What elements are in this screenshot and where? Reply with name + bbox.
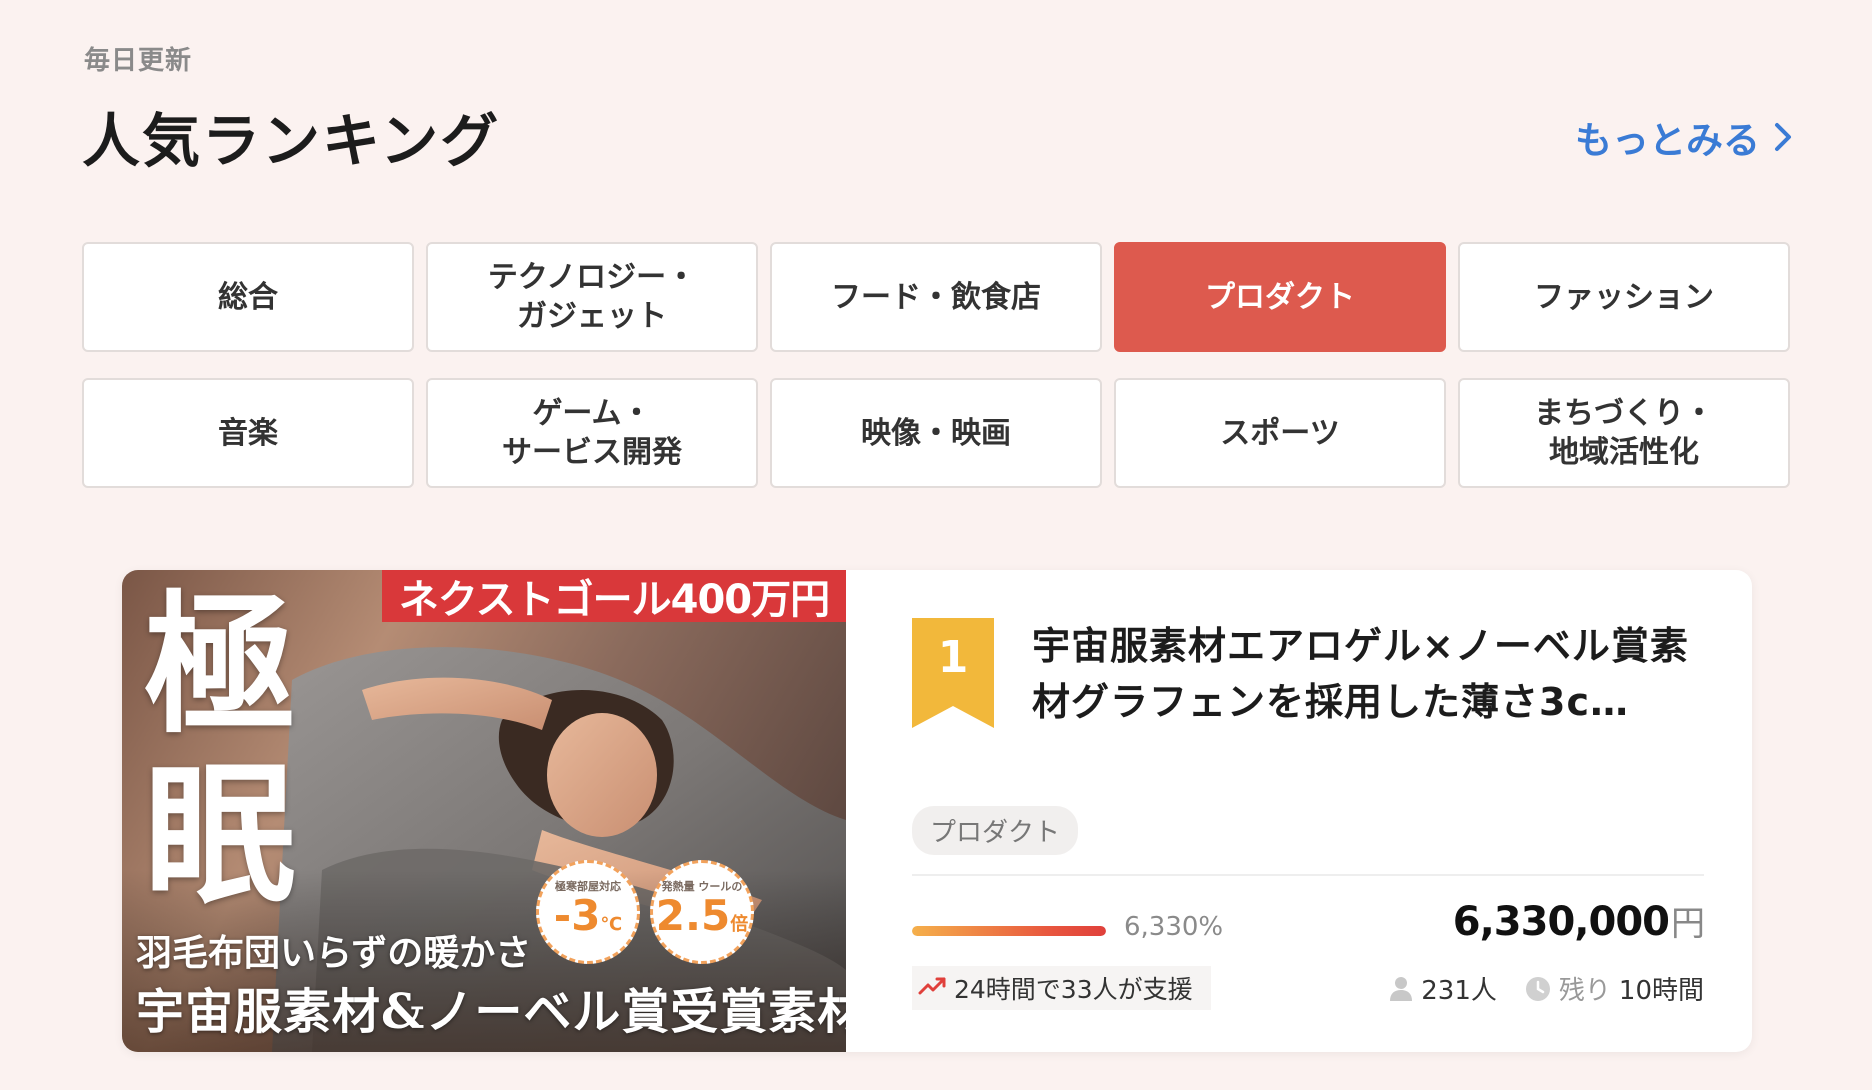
category-tab[interactable]: 総合	[82, 242, 414, 352]
remaining-time: 10時間	[1618, 976, 1704, 1006]
funding-amount: 6,330,000円	[1452, 896, 1705, 945]
project-thumbnail[interactable]: ネクストゴール400万円 極眠 羽毛布団いらずの暖かさ 宇宙服素材&ノーベル賞受…	[122, 570, 846, 1052]
see-more-link[interactable]: もっとみる	[1575, 110, 1792, 164]
rank-number: 1	[937, 632, 969, 683]
trend-label: 24時間で33人が支援	[954, 975, 1193, 1004]
trending-up-icon	[918, 974, 948, 1003]
funding-progress-bar	[912, 926, 1106, 936]
category-tab[interactable]: ゲーム・ サービス開発	[426, 378, 758, 488]
amount-value: 6,330,000	[1452, 899, 1670, 945]
clock-icon	[1525, 976, 1551, 1002]
category-tab[interactable]: 音楽	[82, 378, 414, 488]
project-info: 1 宇宙服素材エアロゲル×ノーベル賞素材グラフェンを採用した薄さ3c… プロダク…	[846, 570, 1752, 1052]
badge-value: 2.5倍	[655, 890, 749, 947]
thumbnail-headline-text: 極眠	[144, 575, 296, 924]
category-tab[interactable]: フード・飲食店	[770, 242, 1102, 352]
thumbnail-headline: 極眠	[144, 580, 304, 920]
thumbnail-subline: 羽毛布団いらずの暖かさ	[136, 932, 532, 974]
badge-value: -3℃	[553, 890, 623, 947]
currency-unit: 円	[1671, 904, 1705, 944]
category-tab[interactable]: テクノロジー・ ガジェット	[426, 242, 758, 352]
category-tab[interactable]: まちづくり・ 地域活性化	[1458, 378, 1790, 488]
chevron-right-icon	[1774, 122, 1792, 152]
category-tab[interactable]: 映像・映画	[770, 378, 1102, 488]
category-tag[interactable]: プロダクト	[912, 806, 1079, 855]
backer-count: 231人	[1421, 976, 1497, 1006]
remaining-prefix: 残り	[1558, 976, 1611, 1006]
funding-progress-fill	[912, 926, 1106, 936]
badge-number: 2.5	[655, 890, 731, 940]
category-tab[interactable]: ファッション	[1458, 242, 1790, 352]
divider	[912, 874, 1704, 876]
trend-badge: 24時間で33人が支援	[912, 966, 1211, 1010]
category-tab[interactable]: プロダクト	[1114, 242, 1446, 352]
heat-badge: 発熱量 ウールの 2.5倍	[650, 860, 754, 964]
person-icon	[1389, 976, 1413, 1002]
ranking-eyebrow: 毎日更新	[84, 46, 193, 76]
badge-unit: ℃	[600, 913, 623, 935]
see-more-label: もっとみる	[1575, 119, 1760, 162]
thumbnail-mainline: 宇宙服素材&ノーベル賞受賞素材	[136, 984, 846, 1040]
project-meta: 231人 残り 10時間	[1389, 970, 1704, 1007]
category-tab[interactable]: スポーツ	[1114, 378, 1446, 488]
badge-unit: 倍	[730, 913, 749, 935]
funding-percent: 6,330%	[1124, 912, 1224, 942]
badge-number: -3	[553, 890, 601, 940]
ranking-card[interactable]: ネクストゴール400万円 極眠 羽毛布団いらずの暖かさ 宇宙服素材&ノーベル賞受…	[122, 570, 1752, 1052]
next-goal-banner: ネクストゴール400万円	[382, 570, 846, 623]
category-tabs: 総合 テクノロジー・ ガジェット フード・飲食店 プロダクト ファッション 音楽…	[82, 242, 1790, 488]
page-title: 人気ランキング	[82, 107, 501, 175]
temperature-badge: 極寒部屋対応 -3℃	[536, 860, 640, 964]
project-title[interactable]: 宇宙服素材エアロゲル×ノーベル賞素材グラフェンを採用した薄さ3c…	[1032, 618, 1712, 730]
